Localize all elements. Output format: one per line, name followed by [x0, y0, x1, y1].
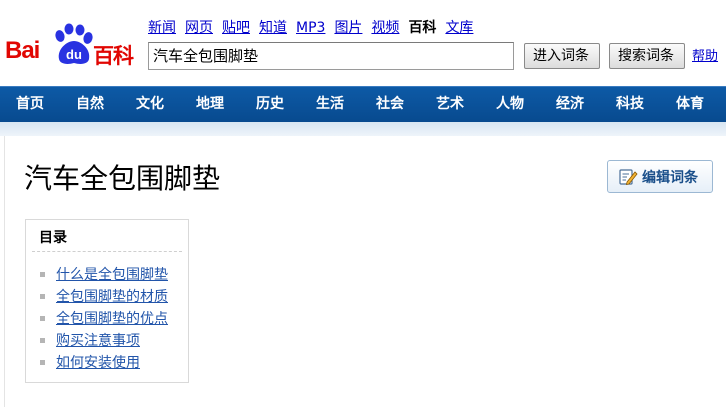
toc-item: 全包围脚垫的优点: [40, 307, 168, 329]
bullet-icon: [40, 271, 45, 277]
toc-link[interactable]: 全包围脚垫的优点: [56, 308, 168, 328]
content-border: [4, 136, 5, 407]
nav-sub-bar: [0, 122, 726, 136]
nav-item-5[interactable]: 生活: [300, 87, 360, 122]
page-title: 汽车全包围脚垫: [24, 162, 221, 195]
nav-item-6[interactable]: 社会: [360, 87, 420, 122]
toc-list: 什么是全包围脚垫 全包围脚垫的材质 全包围脚垫的优点 购买注意事项 如何安装使用: [40, 263, 168, 373]
nav-item-4[interactable]: 历史: [240, 87, 300, 122]
toc-title: 目录: [39, 230, 67, 246]
nav-item-11[interactable]: 体育: [660, 87, 720, 122]
search-entry-button[interactable]: 搜索词条: [609, 43, 685, 69]
nav-item-10[interactable]: 科技: [600, 87, 660, 122]
nav-item-9[interactable]: 经济: [540, 87, 600, 122]
logo-du-text: du: [66, 47, 82, 62]
baidu-baike-logo[interactable]: Bai du 百科: [4, 20, 144, 68]
bullet-icon: [40, 315, 45, 321]
top-link-3[interactable]: 知道: [259, 18, 287, 38]
paw-icon: du: [55, 23, 93, 64]
help-link[interactable]: 帮助: [692, 45, 718, 64]
table-of-contents: 目录 什么是全包围脚垫 全包围脚垫的材质 全包围脚垫的优点 购买注意事项 如何安装使用: [25, 219, 189, 383]
product-links: 新闻 网页 贴吧 知道 MP3 图片 视频 百科 文库: [148, 18, 482, 38]
top-link-7: 百科: [408, 20, 437, 36]
top-link-0[interactable]: 新闻: [148, 18, 176, 38]
logo-bai-text: Bai: [5, 37, 40, 64]
top-link-6[interactable]: 视频: [371, 18, 399, 38]
toc-link[interactable]: 购买注意事项: [56, 330, 140, 350]
top-link-2[interactable]: 贴吧: [222, 18, 250, 38]
top-link-5[interactable]: 图片: [334, 18, 362, 38]
category-nav-bar: 首页 自然 文化 地理 历史 生活 社会 艺术 人物 经济 科技 体育: [0, 86, 726, 122]
nav-item-8[interactable]: 人物: [480, 87, 540, 122]
bullet-icon: [40, 337, 45, 343]
bullet-icon: [40, 293, 45, 299]
toc-item: 全包围脚垫的材质: [40, 285, 168, 307]
nav-item-7[interactable]: 艺术: [420, 87, 480, 122]
toc-link[interactable]: 全包围脚垫的材质: [56, 286, 168, 306]
nav-item-2[interactable]: 文化: [120, 87, 180, 122]
toc-divider: [32, 251, 182, 252]
top-link-1[interactable]: 网页: [185, 18, 213, 38]
toc-link[interactable]: 什么是全包围脚垫: [56, 264, 168, 284]
bullet-icon: [40, 359, 45, 365]
top-link-4[interactable]: MP3: [296, 18, 325, 38]
toc-item: 如何安装使用: [40, 351, 168, 373]
edit-icon: [619, 168, 638, 185]
toc-item: 购买注意事项: [40, 329, 168, 351]
logo-baike-text: 百科: [93, 44, 134, 68]
enter-entry-button[interactable]: 进入词条: [524, 43, 600, 69]
top-link-8[interactable]: 文库: [445, 18, 473, 38]
nav-item-3[interactable]: 地理: [180, 87, 240, 122]
edit-entry-button[interactable]: 编辑词条: [607, 160, 713, 193]
nav-item-1[interactable]: 自然: [60, 87, 120, 122]
nav-item-0[interactable]: 首页: [0, 87, 60, 122]
search-input[interactable]: 汽车全包围脚垫: [148, 42, 514, 70]
edit-entry-label: 编辑词条: [642, 169, 698, 186]
toc-link[interactable]: 如何安装使用: [56, 352, 140, 372]
toc-item: 什么是全包围脚垫: [40, 263, 168, 285]
